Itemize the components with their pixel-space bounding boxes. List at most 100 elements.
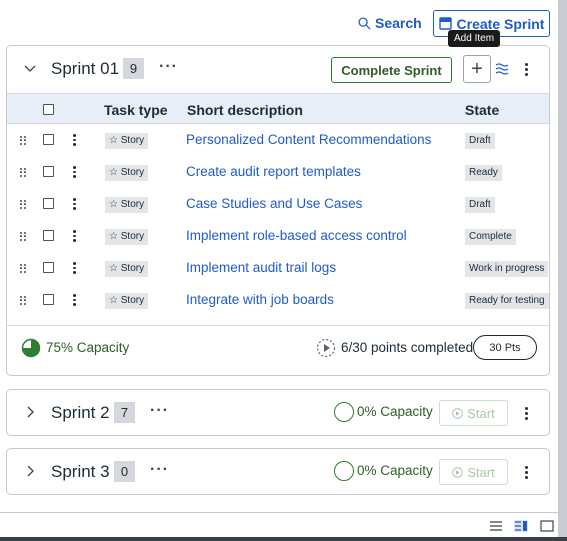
drag-handle-icon[interactable] xyxy=(20,232,27,241)
task-type-chip: ☆ Story xyxy=(105,133,149,149)
plus-icon: + xyxy=(471,57,483,80)
single-view-icon[interactable] xyxy=(540,520,554,532)
add-item-button[interactable]: + xyxy=(463,55,491,83)
search-label: Search xyxy=(375,15,422,31)
search-icon xyxy=(358,16,371,30)
table-row[interactable]: ☆ Story Case Studies and Use Cases Draft xyxy=(7,188,549,220)
drag-handle-icon[interactable] xyxy=(20,200,27,209)
chevron-right-icon[interactable] xyxy=(23,405,37,419)
capacity-ring-icon xyxy=(334,461,354,481)
task-state-chip: Ready for testing xyxy=(465,293,549,309)
task-type-chip: ☆ Story xyxy=(105,197,149,213)
row-options-kebab[interactable] xyxy=(73,198,77,211)
sprint-name[interactable]: Sprint 01 xyxy=(51,59,119,79)
task-description-link[interactable]: Integrate with job boards xyxy=(186,292,334,307)
sprint-options-kebab[interactable] xyxy=(521,404,531,422)
chevron-right-icon[interactable] xyxy=(23,464,37,478)
task-type-chip: ☆ Story xyxy=(105,261,149,277)
row-options-kebab[interactable] xyxy=(73,134,77,147)
capacity-label: 0% Capacity xyxy=(357,404,433,419)
filter-settings-icon[interactable] xyxy=(495,62,509,76)
row-options-kebab[interactable] xyxy=(73,230,77,243)
task-state-chip: Work in progress xyxy=(465,261,549,277)
sprint-more-menu[interactable]: ··· xyxy=(150,461,169,479)
points-progress-icon xyxy=(316,338,336,358)
add-item-tooltip: Add Item xyxy=(448,30,501,47)
column-header-state[interactable]: State xyxy=(465,102,499,118)
drag-handle-icon[interactable] xyxy=(20,168,27,177)
table-row[interactable]: ☆ Story Implement role-based access contr… xyxy=(7,220,549,252)
sprint-name[interactable]: Sprint 3 xyxy=(51,462,110,482)
row-options-kebab[interactable] xyxy=(73,166,77,179)
task-state-chip: Complete xyxy=(465,229,516,245)
capacity-pie-icon xyxy=(21,338,41,358)
item-count-badge: 7 xyxy=(114,402,135,423)
table-row[interactable]: ☆ Story Implement audit trail logs Work in… xyxy=(7,252,549,284)
table-row[interactable]: ☆ Story Create audit report templates Read… xyxy=(7,156,549,188)
item-count-badge: 9 xyxy=(123,58,144,79)
sprint-options-kebab[interactable] xyxy=(521,60,531,78)
capacity-label: 75% Capacity xyxy=(46,340,130,355)
sprint-footer: 75% Capacity 6/30 points completed 30 Pt… xyxy=(7,325,549,369)
drag-handle-icon[interactable] xyxy=(20,136,27,145)
row-checkbox[interactable] xyxy=(43,230,54,241)
task-description-link[interactable]: Personalized Content Recommendations xyxy=(186,132,431,147)
task-type-chip: ☆ Story xyxy=(105,293,149,309)
sprint-name[interactable]: Sprint 2 xyxy=(51,403,110,423)
task-type-chip: ☆ Story xyxy=(105,229,149,245)
sprint-planning-panel: Search Create Sprint Add Item Sprint 01 … xyxy=(0,0,567,541)
select-all-checkbox[interactable] xyxy=(43,104,54,115)
task-state-chip: Draft xyxy=(465,133,495,149)
sprint-header: Sprint 01 9 ··· Complete Sprint + xyxy=(7,46,549,93)
sprint-icon xyxy=(438,17,452,30)
row-checkbox[interactable] xyxy=(43,262,54,273)
column-header-short-description[interactable]: Short description xyxy=(187,102,303,118)
task-state-chip: Draft xyxy=(465,197,495,213)
table-header: Task type Short description State xyxy=(7,93,549,124)
drag-handle-icon[interactable] xyxy=(20,296,27,305)
sprint-more-menu[interactable]: ··· xyxy=(159,58,178,76)
sprint-card-sprint-3: Sprint 3 0 ··· 0% Capacity Start xyxy=(6,448,550,495)
task-state-chip: Ready xyxy=(465,165,502,181)
sprint-header: Sprint 3 0 ··· 0% Capacity Start xyxy=(7,449,549,496)
start-label: Start xyxy=(467,464,495,480)
column-header-task-type[interactable]: Task type xyxy=(104,102,168,118)
task-description-link[interactable]: Create audit report templates xyxy=(186,164,361,179)
list-view-icon[interactable] xyxy=(489,520,503,532)
task-description-link[interactable]: Implement audit trail logs xyxy=(186,260,336,275)
sprint-more-menu[interactable]: ··· xyxy=(150,402,169,420)
table-row[interactable]: ☆ Story Personalized Content Recommendati… xyxy=(7,124,549,156)
points-completed-label: 6/30 points completed xyxy=(341,340,474,355)
item-count-badge: 0 xyxy=(114,461,135,482)
task-list: ☆ Story Personalized Content Recommendati… xyxy=(7,124,549,316)
row-checkbox[interactable] xyxy=(43,166,54,177)
row-options-kebab[interactable] xyxy=(73,294,77,307)
search-button[interactable]: Search xyxy=(358,13,422,33)
start-label: Start xyxy=(467,405,495,421)
row-options-kebab[interactable] xyxy=(73,262,77,275)
view-switcher-bar xyxy=(0,512,558,537)
play-icon xyxy=(452,466,464,478)
capacity-label: 0% Capacity xyxy=(357,463,433,478)
row-checkbox[interactable] xyxy=(43,134,54,145)
row-checkbox[interactable] xyxy=(43,198,54,209)
sprint-card-sprint-2: Sprint 2 7 ··· 0% Capacity Start xyxy=(6,389,550,436)
sprint-options-kebab[interactable] xyxy=(521,463,531,481)
table-row[interactable]: ☆ Story Integrate with job boards Ready fo… xyxy=(7,284,549,316)
capacity-ring-icon xyxy=(334,402,354,422)
start-sprint-button[interactable]: Start xyxy=(439,400,508,426)
play-icon xyxy=(452,407,464,419)
row-checkbox[interactable] xyxy=(43,294,54,305)
task-type-chip: ☆ Story xyxy=(105,165,149,181)
task-description-link[interactable]: Implement role-based access control xyxy=(186,228,407,243)
sprint-card-sprint-01: Sprint 01 9 ··· Complete Sprint + Task t… xyxy=(6,45,550,376)
window-bottom-edge xyxy=(0,537,567,541)
chevron-down-icon[interactable] xyxy=(23,61,37,75)
drag-handle-icon[interactable] xyxy=(20,264,27,273)
split-view-icon[interactable] xyxy=(514,520,528,532)
points-pill-button[interactable]: 30 Pts xyxy=(473,335,537,360)
window-scrollbar[interactable] xyxy=(558,0,567,541)
task-description-link[interactable]: Case Studies and Use Cases xyxy=(186,196,362,211)
complete-sprint-button[interactable]: Complete Sprint xyxy=(331,57,452,83)
start-sprint-button[interactable]: Start xyxy=(439,459,508,485)
